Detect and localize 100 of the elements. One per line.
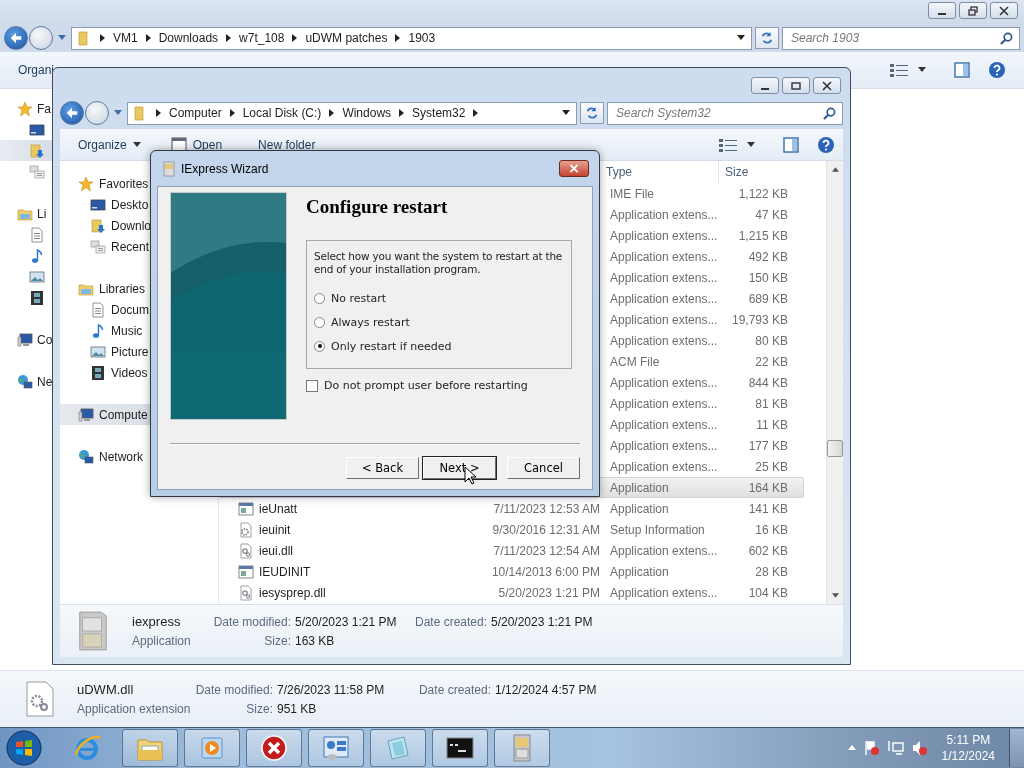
scroll-down-icon[interactable] [831, 593, 839, 598]
minimize-button[interactable] [751, 77, 779, 94]
settings-file-icon [238, 521, 254, 538]
file-row[interactable]: iesysprep.dll 5/20/2023 1:21 PM Application extens... 104 KB [219, 582, 804, 603]
chevron-icon[interactable] [229, 109, 235, 117]
field-value: 1/12/2024 4:57 PM [495, 682, 597, 697]
scroll-thumb[interactable] [827, 440, 843, 457]
refresh-button[interactable] [580, 102, 604, 124]
checkbox-label[interactable]: Do not prompt user before restarting [324, 379, 528, 392]
restore-button[interactable] [959, 2, 987, 19]
close-button[interactable] [559, 160, 589, 177]
dialog-button[interactable]: Cancel [507, 457, 580, 479]
breadcrumb-link[interactable]: System32 [412, 106, 466, 120]
dropdown-arrow-icon[interactable] [747, 141, 755, 148]
size-cell: 150 KB [748, 270, 788, 285]
breadcrumb-link[interactable]: 1903 [408, 31, 436, 45]
close-icon [569, 164, 579, 173]
preview-pane-icon[interactable] [954, 62, 970, 78]
document-icon [90, 301, 106, 318]
taskbar-button[interactable] [432, 729, 488, 767]
help-icon[interactable] [817, 135, 835, 154]
chevron-icon[interactable] [329, 109, 335, 117]
close-button[interactable] [813, 77, 841, 94]
show-hidden-icons-button[interactable] [847, 745, 856, 751]
dialog-button[interactable]: Next > [423, 457, 496, 479]
speaker-icon[interactable] [911, 740, 928, 756]
chevron-icon[interactable] [226, 34, 232, 42]
option-label[interactable]: Always restart [331, 315, 410, 329]
view-options-icon[interactable] [719, 137, 737, 152]
scroll-up-icon[interactable] [831, 167, 839, 172]
refresh-button[interactable] [755, 27, 779, 49]
forward-button[interactable] [85, 101, 109, 125]
chevron-icon[interactable] [292, 34, 298, 42]
nav-item[interactable]: Fa [0, 98, 52, 119]
nav-item[interactable]: Ne [0, 371, 52, 392]
dialog-button[interactable]: < Back [346, 457, 419, 479]
size-cell: 1,122 KB [738, 186, 788, 201]
type-cell: Application extens... [610, 270, 718, 285]
size-cell: 1,215 KB [738, 228, 788, 243]
chevron-icon[interactable] [100, 34, 105, 42]
file-row[interactable]: ieUnatt 7/11/2023 12:53 AM Application 141 KB [219, 498, 804, 519]
search-field[interactable]: Search 1903 [782, 26, 1020, 50]
breadcrumb-link[interactable]: Local Disk (C:) [242, 106, 322, 120]
back-button[interactable] [60, 101, 84, 125]
close-button[interactable] [990, 2, 1018, 19]
chevron-icon[interactable] [145, 34, 151, 42]
view-options-icon[interactable] [890, 63, 908, 77]
dropdown-arrow-icon[interactable] [562, 110, 570, 116]
radio-button[interactable] [314, 340, 325, 352]
file-row[interactable]: ieuinit 9/30/2016 12:31 AM Setup Information 16 KB [219, 519, 804, 540]
address-bar[interactable]: VM1 Downloads w7t_108 uDWM patches 1903 [71, 26, 752, 50]
breadcrumb-link[interactable]: Computer [169, 106, 222, 120]
breadcrumb-link[interactable]: Windows [342, 106, 392, 120]
dropdown-arrow-icon[interactable] [918, 67, 926, 73]
flag-icon[interactable] [863, 740, 880, 756]
radio-button[interactable] [314, 292, 325, 304]
open-button[interactable]: Open [192, 137, 223, 152]
column-header[interactable]: Size [718, 161, 795, 183]
breadcrumb-link[interactable]: w7t_108 [239, 31, 285, 45]
nav-item[interactable]: Li [0, 203, 52, 224]
maximize-button[interactable] [782, 77, 810, 94]
taskbar-button[interactable] [246, 729, 302, 767]
scrollbar[interactable] [826, 161, 843, 604]
radio-button[interactable] [314, 316, 325, 328]
new-folder-button[interactable]: New folder [258, 137, 316, 152]
help-icon[interactable] [988, 61, 1006, 79]
address-bar[interactable]: Computer Local Disk (C:) Windows System32 [127, 101, 577, 125]
breadcrumb-link[interactable]: Downloads [158, 31, 219, 45]
type-cell: Application extens... [610, 417, 718, 432]
size-cell: 19,793 KB [731, 312, 788, 327]
file-row[interactable]: ieui.dll 7/11/2023 12:54 AM Application extens... 602 KB [219, 540, 804, 561]
organize-menu[interactable]: Organi [18, 63, 55, 77]
breadcrumb-link[interactable]: uDWM patches [305, 31, 388, 45]
dropdown-arrow-icon[interactable] [132, 141, 141, 148]
show-desktop-button[interactable] [1009, 729, 1024, 767]
option-label[interactable]: Only restart if needed [331, 339, 452, 353]
preview-pane-icon[interactable] [783, 136, 799, 153]
chevron-icon[interactable] [399, 109, 405, 117]
chevron-icon[interactable] [473, 109, 479, 117]
checkbox[interactable] [306, 379, 318, 392]
file-type: Application [132, 633, 192, 648]
breadcrumb-link[interactable]: VM1 [113, 31, 138, 45]
back-button[interactable] [4, 26, 28, 50]
window-title: IExpress Wizard [181, 161, 269, 176]
close-icon [822, 80, 832, 91]
chevron-icon[interactable] [395, 34, 401, 42]
size-cell: 16 KB [755, 522, 788, 537]
start-button[interactable] [6, 730, 42, 766]
nav-item[interactable]: Co [0, 329, 52, 350]
size-cell: 177 KB [748, 438, 788, 453]
file-name: ieUnatt [259, 501, 298, 516]
forward-button[interactable] [29, 26, 53, 50]
minimize-button[interactable] [928, 2, 956, 19]
dropdown-arrow-icon[interactable] [737, 35, 745, 41]
chevron-icon[interactable] [156, 109, 161, 117]
option-label[interactable]: No restart [331, 291, 387, 305]
organize-menu[interactable]: Organize [78, 137, 127, 152]
search-field[interactable]: Search System32 [607, 101, 843, 125]
type-cell: IME File [610, 186, 654, 201]
file-row[interactable]: IEUDINIT 10/14/2013 6:00 PM Application 28 KB [219, 561, 804, 582]
